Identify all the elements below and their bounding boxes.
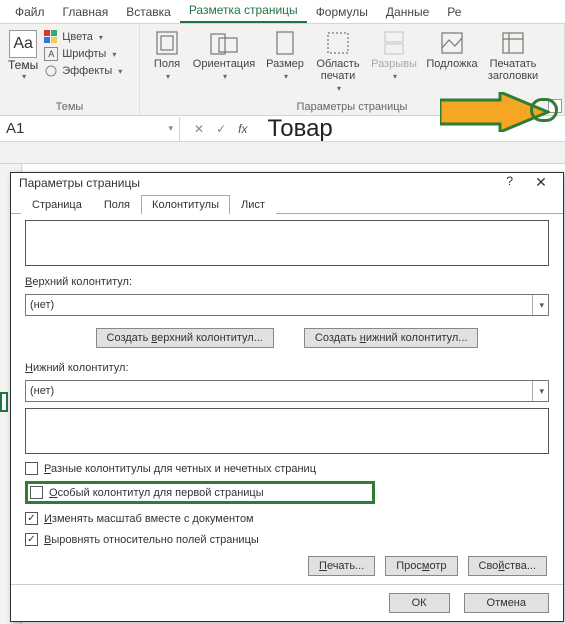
colors-button[interactable]: Цвета▾ bbox=[44, 30, 122, 44]
cancel-icon[interactable]: ✕ bbox=[194, 122, 204, 136]
breaks-button[interactable]: Разрывы▾ bbox=[366, 26, 422, 81]
check-align[interactable]: Выровнять относительно полей страницы bbox=[25, 533, 549, 546]
fx-icon[interactable]: fx bbox=[238, 122, 247, 136]
check-diff-odd-even[interactable]: Разные колонтитулы для четных и нечетных… bbox=[25, 462, 549, 475]
dialog-tabs: Страница Поля Колонтитулы Лист bbox=[11, 192, 563, 214]
dlg-tab-margins[interactable]: Поля bbox=[93, 195, 141, 214]
background-icon bbox=[437, 30, 467, 56]
header-combo[interactable]: (нет) ▾ bbox=[25, 294, 549, 316]
tab-home[interactable]: Главная bbox=[54, 1, 118, 23]
chevron-down-icon: ▾ bbox=[112, 50, 116, 59]
chevron-down-icon: ▾ bbox=[99, 33, 103, 42]
orientation-button[interactable]: Ориентация▾ bbox=[188, 26, 260, 81]
page-setup-dialog: Параметры страницы ? ✕ Страница Поля Кол… bbox=[10, 172, 564, 622]
size-icon bbox=[270, 30, 300, 56]
footer-combo[interactable]: (нет) ▾ bbox=[25, 380, 549, 402]
checkbox-icon bbox=[25, 462, 38, 475]
footer-preview bbox=[25, 408, 549, 454]
group-label-themes: Темы bbox=[6, 101, 133, 115]
fonts-icon: A bbox=[44, 47, 58, 61]
ribbon-tabs: Файл Главная Вставка Разметка страницы Ф… bbox=[0, 0, 565, 24]
dlg-tab-page[interactable]: Страница bbox=[21, 195, 93, 214]
size-button[interactable]: Размер▾ bbox=[260, 26, 310, 81]
create-footer-button[interactable]: Создать нижний колонтитул... bbox=[304, 328, 479, 348]
active-cell-indicator bbox=[0, 392, 8, 412]
margins-icon bbox=[152, 30, 182, 56]
name-box[interactable]: A1 ▾ bbox=[0, 117, 180, 141]
chevron-down-icon: ▾ bbox=[532, 295, 544, 315]
chevron-down-icon: ▾ bbox=[166, 72, 170, 81]
chevron-down-icon: ▾ bbox=[118, 67, 122, 76]
tab-formulas[interactable]: Формулы bbox=[307, 1, 377, 23]
checkbox-icon bbox=[25, 533, 38, 546]
dlg-tab-headerfooter[interactable]: Колонтитулы bbox=[141, 195, 230, 214]
tab-page-layout[interactable]: Разметка страницы bbox=[180, 0, 307, 23]
group-page-setup: Поля▾ Ориентация▾ Размер▾ Область печати… bbox=[140, 24, 565, 115]
print-button[interactable]: Печать... bbox=[308, 556, 375, 576]
print-titles-button[interactable]: Печатать заголовки bbox=[482, 26, 544, 82]
page-setup-launcher[interactable]: ↘ bbox=[548, 99, 562, 113]
chevron-down-icon: ▾ bbox=[532, 381, 544, 401]
tab-insert[interactable]: Вставка bbox=[117, 1, 180, 23]
breaks-icon bbox=[379, 30, 409, 56]
print-titles-icon bbox=[498, 30, 528, 56]
themes-label: Темы bbox=[8, 58, 38, 72]
checkbox-icon bbox=[30, 486, 43, 499]
formula-bar: A1 ▾ ✕ ✓ fx Товар bbox=[0, 116, 565, 142]
header-preview bbox=[25, 220, 549, 266]
group-themes: Aa Темы ▾ Цвета▾ A Шрифты▾ bbox=[0, 24, 140, 115]
highlight-first-page-check: Особый колонтитул для первой страницы bbox=[25, 481, 375, 504]
fonts-button[interactable]: A Шрифты▾ bbox=[44, 47, 122, 61]
ok-button[interactable]: ОК bbox=[389, 593, 450, 613]
properties-button[interactable]: Свойства... bbox=[468, 556, 548, 576]
background-button[interactable]: Подложка bbox=[422, 26, 482, 70]
checkbox-icon bbox=[25, 512, 38, 525]
chevron-down-icon: ▾ bbox=[393, 72, 397, 81]
dialog-title: Параметры страницы bbox=[19, 176, 140, 190]
margins-button[interactable]: Поля▾ bbox=[146, 26, 188, 81]
check-scale[interactable]: Изменять масштаб вместе с документом bbox=[25, 512, 549, 525]
print-area-button[interactable]: Область печати▾ bbox=[310, 26, 366, 93]
chevron-down-icon: ▾ bbox=[223, 72, 227, 81]
help-button[interactable]: ? bbox=[506, 174, 513, 191]
check-diff-first[interactable]: Особый колонтитул для первой страницы bbox=[30, 486, 264, 499]
orientation-icon bbox=[209, 30, 239, 56]
chevron-down-icon: ▾ bbox=[284, 72, 288, 81]
palette-icon bbox=[44, 30, 58, 44]
effects-button[interactable]: Эффекты▾ bbox=[44, 64, 122, 78]
create-header-button[interactable]: Создать верхний колонтитул... bbox=[96, 328, 274, 348]
group-label-page-setup: Параметры страницы bbox=[146, 101, 558, 115]
cell-reference: A1 bbox=[6, 120, 24, 137]
tab-data[interactable]: Данные bbox=[377, 1, 438, 23]
print-area-icon bbox=[323, 30, 353, 56]
dialog-titlebar[interactable]: Параметры страницы ? ✕ bbox=[11, 173, 563, 192]
enter-icon[interactable]: ✓ bbox=[216, 122, 226, 136]
tab-review[interactable]: Ре bbox=[438, 1, 470, 23]
dlg-tab-sheet[interactable]: Лист bbox=[230, 195, 276, 214]
themes-button[interactable]: Aa Темы ▾ bbox=[6, 26, 40, 81]
ribbon-body: Aa Темы ▾ Цвета▾ A Шрифты▾ bbox=[0, 24, 565, 116]
tab-file[interactable]: Файл bbox=[6, 1, 54, 23]
footer-label: Нижний колонтитул: bbox=[25, 362, 549, 374]
preview-button[interactable]: Просмотр bbox=[385, 556, 457, 576]
chevron-down-icon: ▾ bbox=[337, 84, 341, 93]
chevron-down-icon: ▾ bbox=[168, 123, 173, 134]
chevron-down-icon: ▾ bbox=[22, 72, 26, 81]
themes-icon: Aa bbox=[9, 30, 37, 58]
formula-input[interactable]: Товар bbox=[247, 115, 332, 143]
cancel-button[interactable]: Отмена bbox=[464, 593, 549, 613]
header-label: Верхний колонтитул: bbox=[25, 276, 549, 288]
effects-icon bbox=[44, 64, 58, 78]
close-button[interactable]: ✕ bbox=[527, 174, 555, 191]
